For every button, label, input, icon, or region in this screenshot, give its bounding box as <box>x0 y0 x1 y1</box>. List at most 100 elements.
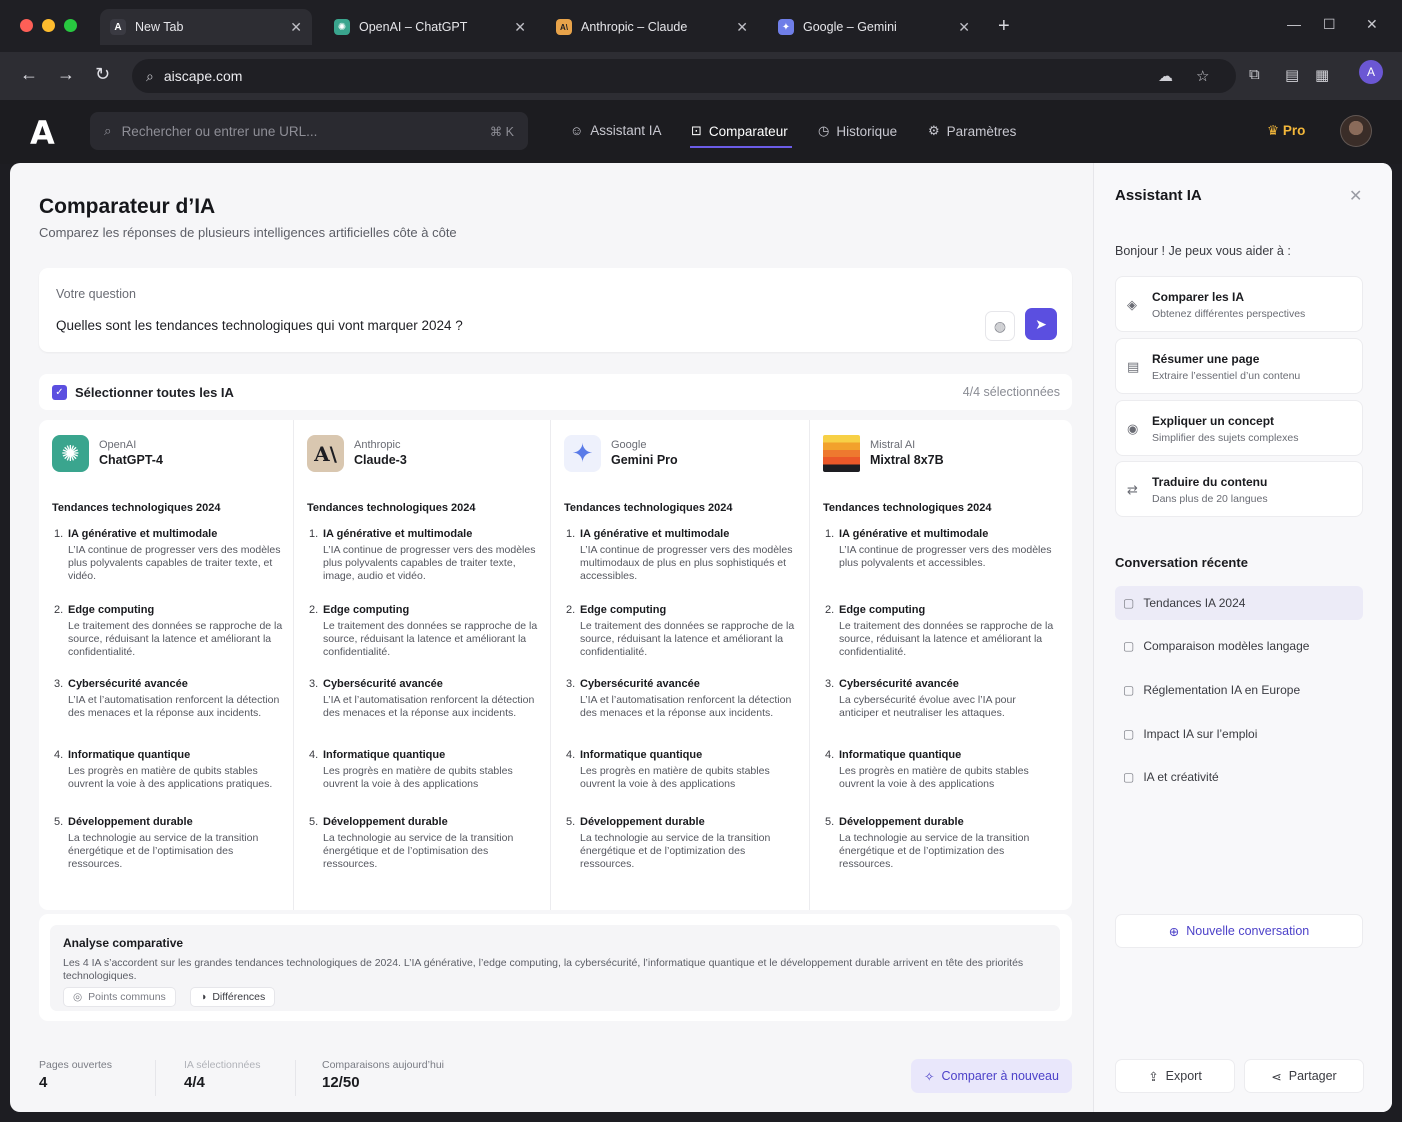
conversation-item[interactable]: ▢ Impact IA sur l’emploi <box>1115 717 1363 751</box>
response-title: Tendances technologiques 2024 <box>307 502 476 514</box>
item-number: 4. <box>54 749 64 761</box>
tab-label: New Tab <box>135 20 184 34</box>
action-explain-concept[interactable]: ◉ Expliquer un concept Simplifier des su… <box>1115 400 1363 456</box>
differences-button[interactable]: ◑ Différences <box>190 987 276 1007</box>
extension-2-icon[interactable]: ▤ <box>1285 66 1299 84</box>
tab-google-gemini[interactable]: ✦ Google – Gemini ✕ <box>768 9 980 45</box>
action-subtitle: Dans plus de 20 langues <box>1152 493 1268 505</box>
item-desc: L’IA continue de progresser vers des mod… <box>839 544 1052 569</box>
conversation-item[interactable]: ▢ Réglementation IA en Europe <box>1115 673 1363 707</box>
compare-again-button[interactable]: ✧ Comparer à nouveau <box>911 1059 1072 1093</box>
comparator-area: Comparateur d’IA Comparez les réponses d… <box>10 163 1093 1112</box>
new-tab-plus-icon[interactable]: + <box>998 15 1010 38</box>
item-desc: L’IA continue de progresser vers des mod… <box>323 544 536 582</box>
tab-anthropic-claude[interactable]: A\ Anthropic – Claude ✕ <box>546 9 758 45</box>
compare-icon: ◈ <box>1127 297 1137 312</box>
conversation-item[interactable]: ▢ Tendances IA 2024 <box>1115 586 1363 620</box>
site-settings-icon[interactable]: ☁ <box>1158 67 1173 85</box>
item-number: 1. <box>309 528 319 540</box>
extension-3-icon[interactable]: ▦ <box>1315 66 1329 84</box>
action-summarize-page[interactable]: ▤ Résumer une page Extraire l’essentiel … <box>1115 338 1363 394</box>
model-column-mixtral: Mistral AI Mixtral 8x7B Tendances techno… <box>809 420 1072 910</box>
user-avatar[interactable] <box>1340 115 1372 147</box>
stat-ia-selected: IA sélectionnées 4/4 <box>184 1059 260 1091</box>
app-search-input[interactable]: ⌕ Rechercher ou entrer une URL... ⌘ K <box>90 112 528 150</box>
recent-conversations-title: Conversation récente <box>1115 555 1248 570</box>
item-title: Développement durable <box>839 816 964 828</box>
item-title: Cybersécurité avancée <box>323 678 443 690</box>
minimize-window-icon[interactable] <box>42 19 55 32</box>
aiscape-logo-icon: A <box>110 19 126 35</box>
new-conversation-button[interactable]: ⊕ Nouvelle conversation <box>1115 914 1363 948</box>
action-compare-ia[interactable]: ◈ Comparer les IA Obtenez différentes pe… <box>1115 276 1363 332</box>
item-number: 5. <box>309 816 319 828</box>
item-title: Cybersécurité avancée <box>580 678 700 690</box>
maximize-icon[interactable]: ☐ <box>1323 16 1336 33</box>
export-button[interactable]: ⇪ Export <box>1115 1059 1235 1093</box>
minimize-icon[interactable]: — <box>1287 16 1301 32</box>
model-columns: ✺ OpenAI ChatGPT-4 Tendances technologiq… <box>39 420 1072 910</box>
model-name: ChatGPT-4 <box>99 453 163 467</box>
stat-label: IA sélectionnées <box>184 1059 261 1071</box>
item-number: 3. <box>566 678 576 690</box>
question-input[interactable]: Quelles sont les tendances technologique… <box>56 318 463 333</box>
nav-label: Assistant IA <box>590 123 662 138</box>
browser-profile-avatar[interactable]: A <box>1359 60 1383 84</box>
conversation-item[interactable]: ▢ IA et créativité <box>1115 760 1363 794</box>
item-title: Cybersécurité avancée <box>68 678 188 690</box>
extension-icon[interactable]: ⧉ <box>1249 66 1260 83</box>
reload-icon[interactable]: ↻ <box>95 64 110 85</box>
item-number: 4. <box>825 749 835 761</box>
openai-logo-icon: ✺ <box>52 435 89 472</box>
close-icon[interactable]: ✕ <box>514 19 526 36</box>
tab-openai-chatgpt[interactable]: ✺ OpenAI – ChatGPT ✕ <box>324 9 536 45</box>
item-title: Développement durable <box>580 816 705 828</box>
item-number: 4. <box>566 749 576 761</box>
item-desc: Les progrès en matière de qubits stables… <box>580 765 770 790</box>
select-all-checkbox[interactable]: ✓ <box>52 385 67 400</box>
conversation-label: Réglementation IA en Europe <box>1143 683 1301 697</box>
item-number: 2. <box>825 604 835 616</box>
tab-new-tab[interactable]: A New Tab ✕ <box>100 9 312 45</box>
nav-parametres[interactable]: ⚙ Paramètres <box>928 123 1016 139</box>
stat-label: Comparaisons aujourd’hui <box>322 1059 444 1071</box>
close-window-icon[interactable] <box>20 19 33 32</box>
nav-comparateur[interactable]: ⊡ Comparateur <box>691 123 788 139</box>
close-icon[interactable]: ✕ <box>1349 186 1362 206</box>
close-icon[interactable]: ✕ <box>290 19 302 36</box>
item-desc: Le traitement des données se rapproche d… <box>68 620 283 658</box>
item-desc: L’IA et l’automatisation renforcent la d… <box>323 694 535 719</box>
active-nav-indicator <box>690 146 792 148</box>
app-logo[interactable]: A <box>30 114 55 152</box>
globe-icon[interactable]: ◍ <box>985 311 1015 341</box>
item-number: 5. <box>54 816 64 828</box>
close-icon[interactable]: ✕ <box>958 19 970 36</box>
address-bar[interactable]: ⌕ aiscape.com ☁ ☆ <box>132 59 1236 93</box>
search-icon: ⌕ <box>146 67 154 84</box>
item-title: Edge computing <box>68 604 155 616</box>
bookmark-star-icon[interactable]: ☆ <box>1196 67 1209 85</box>
item-desc: Les progrès en matière de qubits stables… <box>323 765 513 790</box>
forward-arrow-icon[interactable]: → <box>57 64 75 85</box>
conversation-item[interactable]: ▢ Comparaison modèles langage <box>1115 629 1363 663</box>
share-button[interactable]: ⋖ Partager <box>1244 1059 1364 1093</box>
common-points-button[interactable]: ◎ Points communs <box>63 987 176 1007</box>
model-provider: Anthropic <box>354 439 401 451</box>
send-arrow-icon: ➤ <box>1035 315 1047 332</box>
close-window-x-icon[interactable]: ✕ <box>1366 16 1378 33</box>
send-button[interactable]: ➤ <box>1025 308 1057 340</box>
pro-badge[interactable]: ♛ Pro <box>1267 123 1305 139</box>
item-desc: La technologie au service de la transiti… <box>580 832 771 870</box>
item-desc: La technologie au service de la transiti… <box>323 832 514 870</box>
question-label: Votre question <box>56 287 136 301</box>
zoom-window-icon[interactable] <box>64 19 77 32</box>
action-translate-content[interactable]: ⇄ Traduire du contenu Dans plus de 20 la… <box>1115 461 1363 517</box>
select-all-label[interactable]: Sélectionner toutes les IA <box>75 385 234 400</box>
back-arrow-icon[interactable]: ← <box>20 64 38 85</box>
close-icon[interactable]: ✕ <box>736 19 748 36</box>
nav-assistant-ia[interactable]: ☺ Assistant IA <box>570 123 662 138</box>
gear-icon: ⚙ <box>928 123 940 138</box>
nav-historique[interactable]: ◷ Historique <box>818 123 897 139</box>
item-desc: Le traitement des données se rapproche d… <box>839 620 1054 658</box>
item-desc: L’IA continue de progresser vers des mod… <box>68 544 281 582</box>
